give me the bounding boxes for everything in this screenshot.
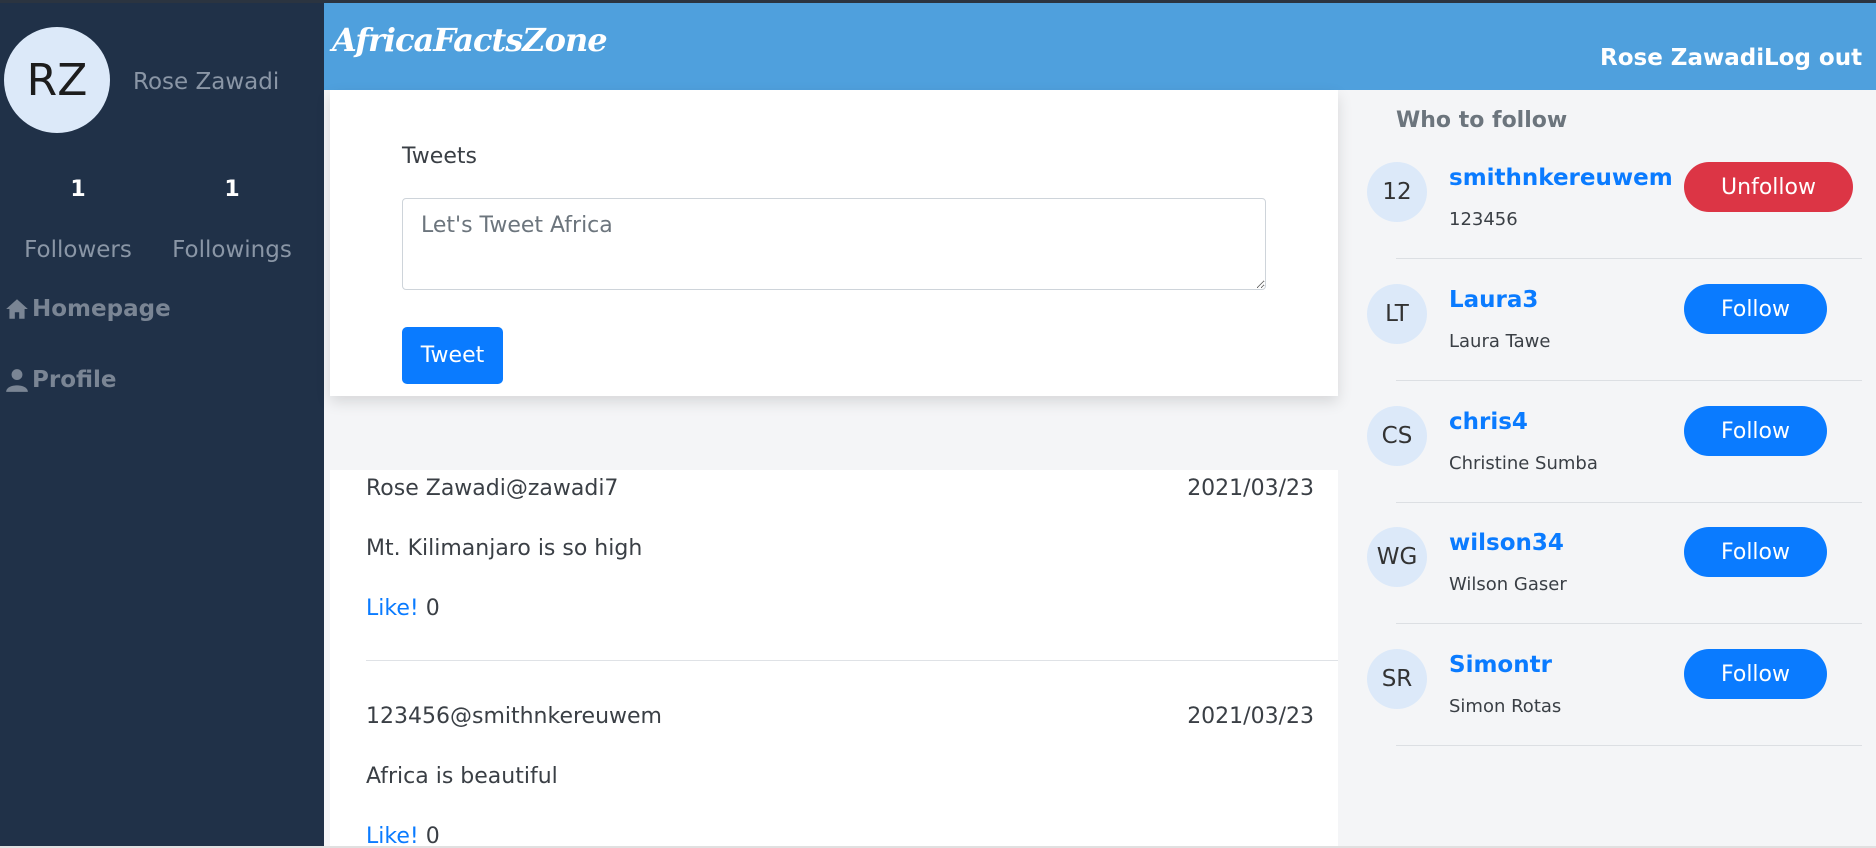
tweet-text: Mt. Kilimanjaro is so high [366, 536, 643, 561]
followings-count: 1 [224, 177, 240, 202]
who-to-follow-panel: Who to follow 12 smithnkereuwem 123456 U… [1360, 90, 1876, 846]
who-to-follow-title: Who to follow [1396, 108, 1568, 133]
avatar[interactable]: CS [1367, 406, 1427, 466]
tweet-author: 123456@smithnkereuwem [366, 704, 662, 729]
sidebar-item-profile[interactable]: Profile [4, 367, 117, 393]
suggestion-username[interactable]: chris4 [1449, 409, 1528, 435]
tweet-text: Africa is beautiful [366, 764, 558, 789]
sidebar-item-homepage[interactable]: Homepage [4, 296, 171, 322]
divider [1396, 258, 1862, 259]
tweet-author: Rose Zawadi@zawadi7 [366, 476, 619, 501]
logout-link[interactable]: Log out [1764, 45, 1862, 71]
suggestion-item: WG wilson34 Wilson Gaser Follow [1360, 527, 1876, 649]
divider [1396, 502, 1862, 503]
avatar[interactable]: WG [1367, 527, 1427, 587]
suggestion-name: Wilson Gaser [1449, 574, 1567, 595]
unfollow-button[interactable]: Unfollow [1684, 162, 1853, 212]
compose-label: Tweets [402, 144, 477, 169]
suggestion-item: CS chris4 Christine Sumba Follow [1360, 406, 1876, 528]
follow-button[interactable]: Follow [1684, 649, 1827, 699]
tweet-divider [366, 660, 1338, 661]
tweet-like-row: Like! 0 [366, 824, 440, 848]
tweet-date: 2021/03/23 [1187, 476, 1314, 501]
tweet-feed: Rose Zawadi@zawadi7 2021/03/23 Mt. Kilim… [330, 470, 1338, 848]
home-icon [6, 299, 28, 319]
follow-button[interactable]: Follow [1684, 284, 1827, 334]
suggestion-username[interactable]: wilson34 [1449, 530, 1564, 556]
sidebar-user-name: Rose Zawadi [133, 69, 280, 95]
compose-card: Tweets Tweet [330, 90, 1338, 396]
suggestion-username[interactable]: Simontr [1449, 652, 1552, 678]
user-icon [6, 369, 28, 392]
like-count: 0 [425, 596, 440, 621]
like-link[interactable]: Like! [366, 824, 419, 848]
divider [1396, 623, 1862, 624]
suggestion-item: SR Simontr Simon Rotas Follow [1360, 649, 1876, 771]
avatar[interactable]: SR [1367, 649, 1427, 709]
suggestion-item: LT Laura3 Laura Tawe Follow [1360, 284, 1876, 406]
like-link[interactable]: Like! [366, 596, 419, 621]
tweet-date: 2021/03/23 [1187, 704, 1314, 729]
suggestion-name: Laura Tawe [1449, 331, 1551, 352]
sidebar-item-label: Profile [32, 367, 117, 393]
suggestion-name: 123456 [1449, 209, 1518, 230]
suggestion-username[interactable]: smithnkereuwem [1449, 165, 1673, 191]
followings-label[interactable]: Followings [152, 237, 312, 263]
followers-count: 1 [70, 177, 86, 202]
suggestion-name: Christine Sumba [1449, 453, 1598, 474]
tweet-like-row: Like! 0 [366, 596, 440, 621]
divider [1396, 380, 1862, 381]
suggestion-item: 12 smithnkereuwem 123456 Unfollow [1360, 162, 1876, 284]
follow-button[interactable]: Follow [1684, 527, 1827, 577]
tweet-button[interactable]: Tweet [402, 327, 503, 384]
suggestion-username[interactable]: Laura3 [1449, 287, 1538, 313]
avatar[interactable]: RZ [4, 27, 110, 133]
sidebar-item-label: Homepage [32, 296, 171, 322]
follow-button[interactable]: Follow [1684, 406, 1827, 456]
top-navbar: AfricaFactsZone Rose Zawadi Log out [324, 3, 1876, 90]
like-count: 0 [425, 824, 440, 848]
tweet-input[interactable] [402, 198, 1266, 290]
sidebar: RZ Rose Zawadi 1 1 Followers Followings … [0, 3, 324, 846]
suggestion-name: Simon Rotas [1449, 696, 1562, 717]
divider [1396, 745, 1862, 746]
header-user-link[interactable]: Rose Zawadi [1600, 45, 1764, 71]
followers-label[interactable]: Followers [0, 237, 158, 263]
avatar[interactable]: LT [1367, 284, 1427, 344]
avatar[interactable]: 12 [1367, 162, 1427, 222]
app-logo[interactable]: AfricaFactsZone [332, 21, 608, 59]
